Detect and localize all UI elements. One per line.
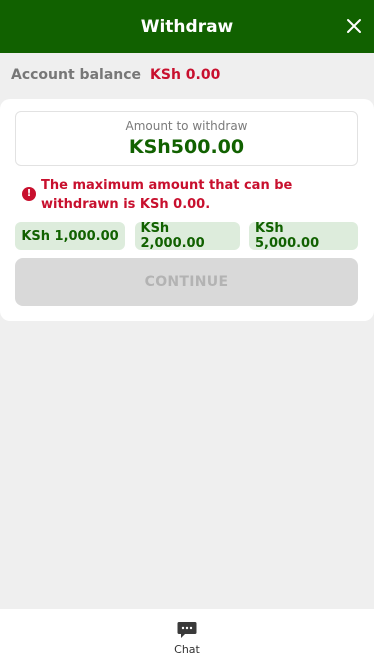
chat-label: Chat bbox=[174, 642, 200, 656]
header-bar: Withdraw bbox=[0, 0, 374, 53]
account-balance: Account balance KSh 0.00 bbox=[11, 66, 220, 84]
amount-label: Amount to withdraw bbox=[125, 119, 248, 133]
quick-amount-button[interactable]: KSh 2,000.00 bbox=[134, 221, 240, 251]
bottom-bar: Chat bbox=[0, 609, 374, 665]
balance-value: KSh 0.00 bbox=[150, 67, 221, 83]
amount-value[interactable]: KSh500.00 bbox=[16, 136, 357, 158]
amount-input[interactable]: Amount to withdraw KSh500.00 bbox=[15, 111, 358, 166]
error-message: ! The maximum amount that can be withdra… bbox=[22, 176, 322, 214]
chat-button[interactable]: Chat bbox=[174, 619, 200, 656]
quick-amount-row: KSh 1,000.00 KSh 2,000.00 KSh 5,000.00 bbox=[15, 221, 358, 251]
error-text: The maximum amount that can be withdrawn… bbox=[41, 178, 293, 212]
page-title: Withdraw bbox=[140, 16, 234, 37]
chat-icon bbox=[177, 621, 197, 638]
alert-icon: ! bbox=[22, 187, 36, 201]
close-button[interactable] bbox=[342, 14, 366, 38]
quick-amount-button[interactable]: KSh 5,000.00 bbox=[249, 221, 358, 251]
balance-label: Account balance bbox=[11, 67, 142, 83]
quick-amount-button[interactable]: KSh 1,000.00 bbox=[15, 222, 125, 250]
continue-button[interactable]: CONTINUE bbox=[15, 258, 358, 306]
withdraw-card: Amount to withdraw KSh500.00 ! The maxim… bbox=[0, 99, 374, 321]
close-icon bbox=[347, 19, 361, 33]
